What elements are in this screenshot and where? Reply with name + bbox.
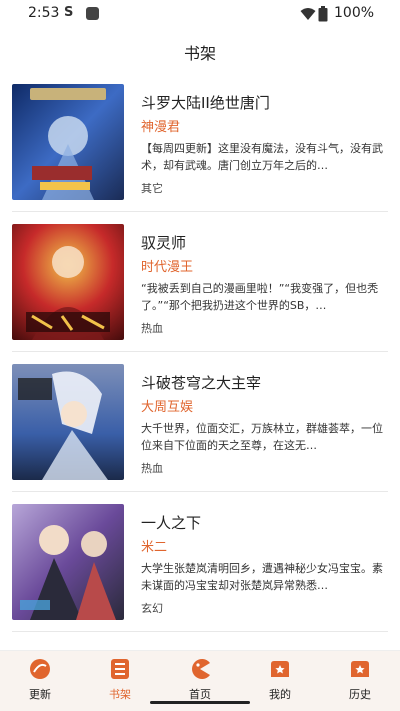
book-cover-image[interactable] xyxy=(12,364,124,480)
bookshelf-icon xyxy=(111,659,129,679)
notification-icon xyxy=(86,7,99,20)
nav-label: 首页 xyxy=(189,688,211,701)
nav-item-profile[interactable]: 我的 xyxy=(240,651,320,711)
profile-icon xyxy=(271,661,289,677)
book-description: 【每周四更新】这里没有魔法，没有斗气，没有武术，却有武魂。唐门创立万年之后的… xyxy=(141,142,383,172)
nav-item-update[interactable]: 更新 xyxy=(0,651,80,711)
nav-label: 我的 xyxy=(269,688,291,701)
sync-icon: S xyxy=(64,5,74,20)
book-description: “我被丢到自己的漫画里啦！”“我变强了，但也秃了。”“那个把我扔进这个世界的SB… xyxy=(141,282,379,312)
book-cover-image[interactable] xyxy=(12,84,124,200)
book-genre-tag: 热血 xyxy=(141,322,163,335)
nav-item-history[interactable]: 历史 xyxy=(320,651,400,711)
nav-label: 历史 xyxy=(349,688,371,701)
book-author: 时代漫王 xyxy=(141,260,194,275)
nav-label: 书架 xyxy=(109,688,131,701)
book-title[interactable]: 斗罗大陆II绝世唐门 xyxy=(141,92,270,113)
book-cover-image[interactable] xyxy=(12,224,124,340)
book-row[interactable]: 斗罗大陆II绝世唐门 神漫君 【每周四更新】这里没有魔法，没有斗气，没有武术，却… xyxy=(0,72,400,212)
status-time: 2:53 xyxy=(28,5,60,21)
update-icon xyxy=(30,659,50,679)
book-genre-tag: 玄幻 xyxy=(141,602,163,615)
page-title: 书架 xyxy=(183,44,216,63)
nav-label: 更新 xyxy=(29,688,51,701)
book-description: 大学生张楚岚清明回乡，遭遇神秘少女冯宝宝。素未谋面的冯宝宝却对张楚岚异常熟悉… xyxy=(141,562,383,592)
book-author: 大周互娱 xyxy=(141,400,194,415)
battery-icon xyxy=(318,6,328,22)
book-genre-tag: 其它 xyxy=(141,182,163,195)
history-icon xyxy=(351,661,369,677)
nav-item-bookshelf[interactable]: 书架 xyxy=(80,651,160,711)
wifi-icon xyxy=(300,8,316,20)
book-row[interactable]: 一人之下 米二 大学生张楚岚清明回乡，遭遇神秘少女冯宝宝。素未谋面的冯宝宝却对张… xyxy=(0,492,400,632)
book-title[interactable]: 一人之下 xyxy=(141,512,201,533)
row-divider xyxy=(12,631,388,632)
book-genre-tag: 热血 xyxy=(141,462,163,475)
book-row[interactable]: 驭灵师 时代漫王 “我被丢到自己的漫画里啦！”“我变强了，但也秃了。”“那个把我… xyxy=(0,212,400,352)
battery-level: 100% xyxy=(334,5,375,21)
book-title[interactable]: 驭灵师 xyxy=(141,232,186,253)
book-author: 神漫君 xyxy=(141,120,181,135)
home-icon xyxy=(192,659,210,679)
book-author: 米二 xyxy=(141,540,168,555)
gesture-home-bar[interactable] xyxy=(150,701,250,704)
book-title[interactable]: 斗破苍穹之大主宰 xyxy=(141,372,261,393)
book-description: 大千世界，位面交汇，万族林立，群雄荟萃，一位位来自下位面的天之至尊，在这无… xyxy=(141,422,383,452)
book-cover-image[interactable] xyxy=(12,504,124,620)
bookshelf-list[interactable]: 斗罗大陆II绝世唐门 神漫君 【每周四更新】这里没有魔法，没有斗气，没有武术，却… xyxy=(0,72,400,652)
book-row[interactable]: 斗破苍穹之大主宰 大周互娱 大千世界，位面交汇，万族林立，群雄荟萃，一位位来自下… xyxy=(0,352,400,492)
status-bar: 2:53 S 100% xyxy=(0,0,400,28)
